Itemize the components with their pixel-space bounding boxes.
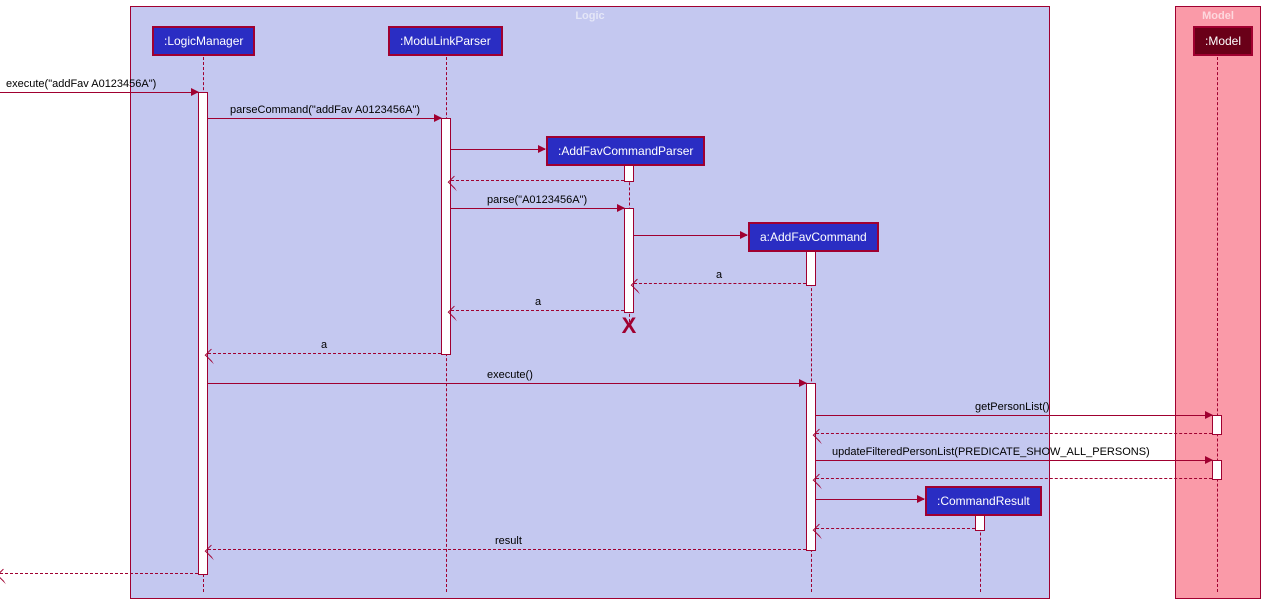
activation-model-1: [1212, 415, 1222, 435]
arrow-get-person-list: [816, 415, 1212, 416]
arrow-return-create-parser: [451, 180, 624, 181]
label-a2: a: [535, 296, 541, 308]
arrow-return-a2: [451, 310, 624, 311]
label-a1: a: [716, 269, 722, 281]
arrow-create-command-result: [816, 499, 924, 500]
label-execute1: execute("addFav A0123456A"): [6, 78, 156, 90]
participant-model: :Model: [1193, 26, 1253, 56]
arrow-return-a1: [634, 283, 806, 284]
arrow-parse: [451, 208, 624, 209]
participant-command-result: :CommandResult: [925, 486, 1042, 516]
arrow-parse-command: [208, 118, 441, 119]
arrow-return-a3: [208, 353, 441, 354]
activation-logic-manager: [198, 92, 208, 575]
label-a3: a: [321, 339, 327, 351]
label-update-filtered: updateFilteredPersonList(PREDICATE_SHOW_…: [832, 446, 1150, 458]
group-logic: Logic: [130, 6, 1050, 599]
label-result: result: [495, 535, 522, 547]
arrow-return-update-filtered: [816, 478, 1212, 479]
participant-logic-manager: :LogicManager: [152, 26, 255, 56]
label-parse: parse("A0123456A"): [487, 194, 587, 206]
activation-model-2: [1212, 460, 1222, 480]
activation-addfav-command-1: [806, 248, 816, 286]
lifeline-model: [1217, 52, 1218, 592]
arrow-return-command-result: [816, 528, 975, 529]
activation-addfav-parser-2: [624, 208, 634, 313]
participant-modulink-parser: :ModuLinkParser: [388, 26, 503, 56]
arrow-result: [208, 549, 806, 550]
arrow-create-addfav-command: [634, 235, 747, 236]
arrow-execute2: [208, 383, 806, 384]
arrow-final-return: [0, 573, 198, 574]
label-parse-command: parseCommand("addFav A0123456A"): [230, 104, 420, 116]
label-execute2: execute(): [487, 369, 533, 381]
destroy-addfav-parser: X: [622, 313, 637, 339]
arrow-update-filtered: [816, 460, 1212, 461]
arrow-return-get-person-list: [816, 433, 1212, 434]
group-model: Model: [1175, 6, 1261, 599]
arrow-execute1: [0, 92, 198, 93]
label-get-person-list: getPersonList(): [975, 401, 1050, 413]
arrow-create-addfav-parser: [451, 149, 545, 150]
participant-addfav-command-parser: :AddFavCommandParser: [546, 136, 705, 166]
participant-addfav-command: a:AddFavCommand: [748, 222, 879, 252]
group-logic-title: Logic: [575, 10, 604, 22]
group-model-title: Model: [1202, 10, 1234, 22]
activation-modulink-parser: [441, 118, 451, 355]
activation-addfav-command-2: [806, 383, 816, 551]
